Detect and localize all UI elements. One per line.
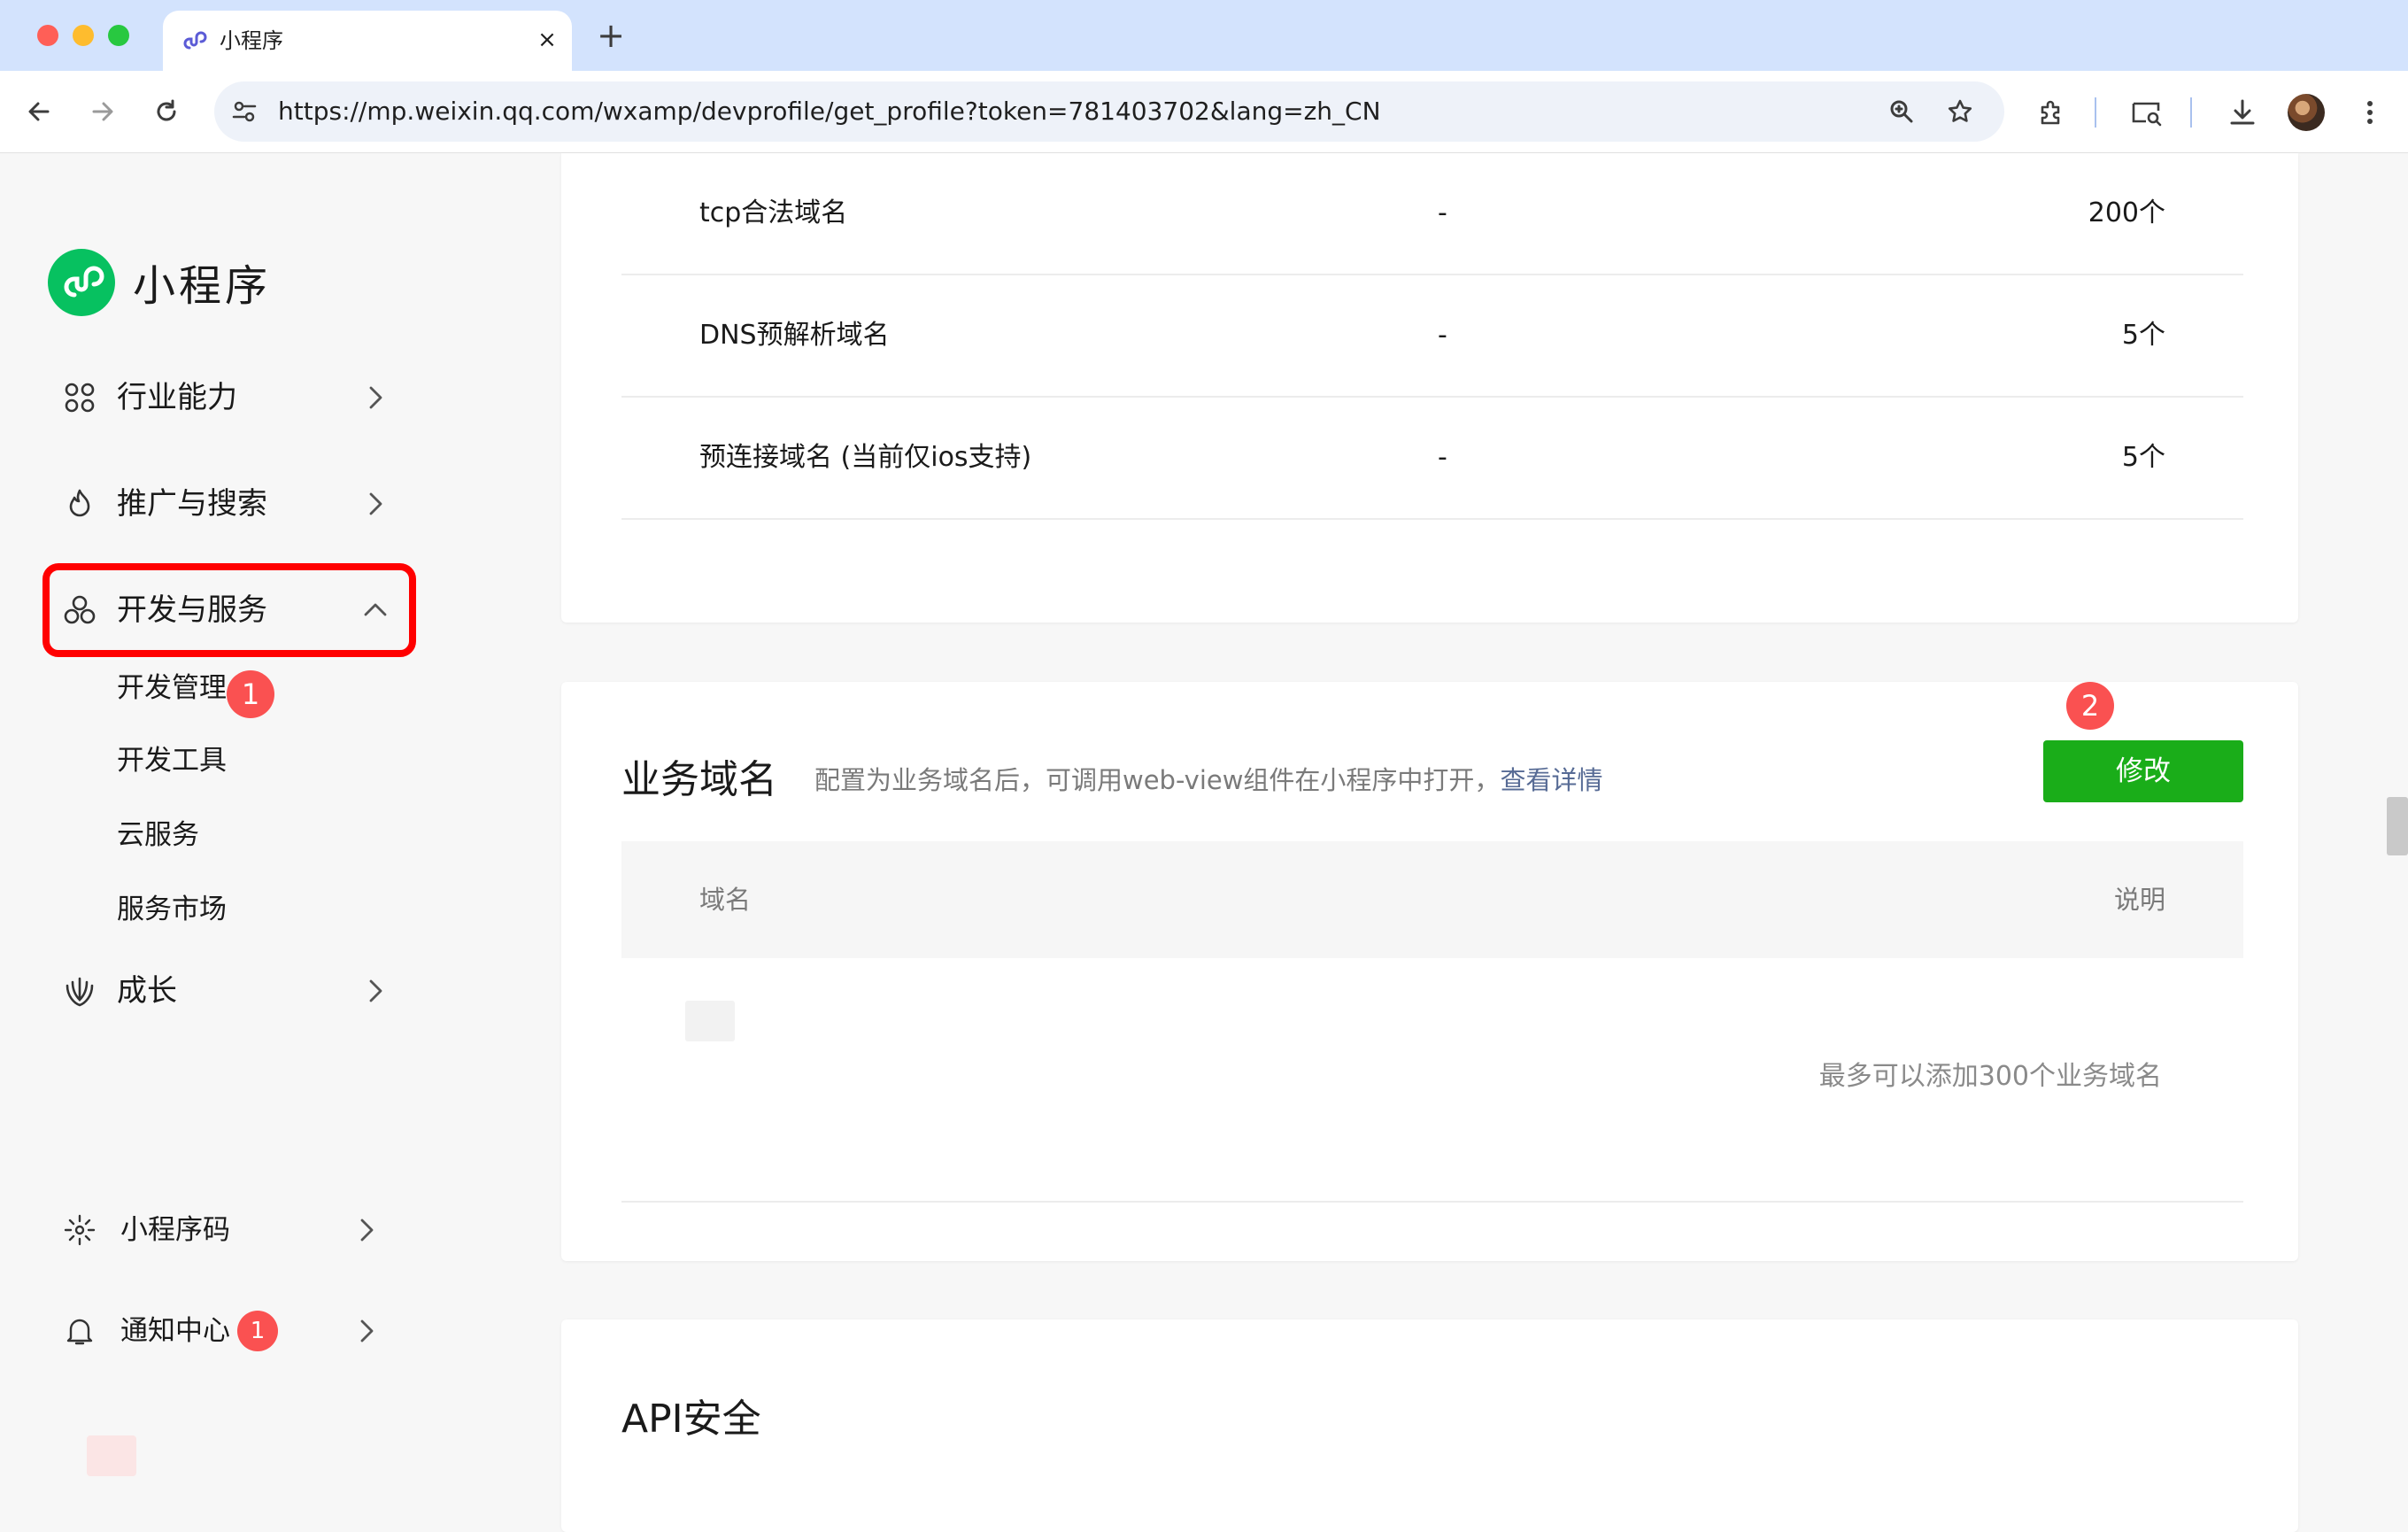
sidebar-item-qrcode[interactable]: 小程序码 [35, 1195, 390, 1265]
extensions-icon[interactable] [2031, 92, 2072, 133]
close-window-button[interactable] [37, 25, 58, 46]
tab-close-icon[interactable]: × [533, 11, 561, 71]
domain-value: - [1438, 197, 1447, 228]
chevron-right-icon [360, 1319, 374, 1342]
sidebar-item-label: 小程序码 [120, 1214, 230, 1246]
server-domain-card: tcp合法域名 - 200个 DNS预解析域名 - 5个 预连接域名 (当前仅i… [561, 153, 2298, 623]
growth-icon [66, 977, 94, 1007]
domain-limit: 5个 [2121, 442, 2165, 473]
section-title: API安全 [621, 1397, 761, 1442]
sidebar-item-label: 通知中心 [120, 1315, 230, 1347]
description-text: 配置为业务域名后，可调用web-view组件在小程序中打开， [814, 765, 1501, 795]
bookmark-star-icon[interactable] [1942, 94, 1978, 129]
section-description: 配置为业务域名后，可调用web-view组件在小程序中打开，查看详情 [814, 760, 1602, 797]
sidebar-item-label: 行业能力 [117, 380, 237, 415]
api-security-card: API安全 [561, 1319, 2298, 1532]
reload-button[interactable] [143, 89, 189, 135]
table-row: tcp合法域名 - 200个 [621, 153, 2243, 275]
tab-search-icon[interactable] [2126, 92, 2167, 133]
qrcode-icon [64, 1214, 96, 1246]
empty-placeholder [685, 1001, 735, 1041]
address-bar[interactable]: https://mp.weixin.qq.com/wxamp/devprofil… [214, 81, 2004, 142]
chevron-right-icon [369, 979, 382, 1002]
sidebar-item-label: 成长 [117, 973, 177, 1009]
edit-button[interactable]: 修改 [2043, 740, 2243, 802]
tab-title: 小程序 [220, 28, 283, 53]
zoom-icon[interactable] [1884, 94, 1919, 129]
domain-type-label: 预连接域名 (当前仅ios支持) [699, 442, 1032, 473]
back-button[interactable] [16, 89, 62, 135]
browser-tab-bar: 小程序 × + [0, 0, 2408, 71]
table-row: DNS预解析域名 - 5个 [621, 275, 2243, 398]
arrow-left-icon [28, 102, 50, 121]
sidebar-subitem-cloud-service[interactable]: 云服务 [117, 809, 199, 862]
forward-button[interactable] [80, 89, 126, 135]
chevron-right-icon [369, 492, 382, 515]
miniprogram-logo-icon [48, 249, 115, 316]
browser-toolbar: https://mp.weixin.qq.com/wxamp/devprofil… [0, 71, 2408, 153]
new-tab-button[interactable]: + [593, 16, 629, 55]
download-icon[interactable] [2222, 92, 2263, 133]
annotation-step-badge: 1 [227, 670, 274, 718]
profile-avatar[interactable] [2288, 94, 2325, 131]
domain-value: - [1438, 442, 1447, 473]
miniprogram-favicon-icon [183, 31, 207, 50]
annotation-step-badge: 2 [2066, 682, 2114, 730]
column-header-domain: 域名 [699, 885, 752, 915]
sidebar-item-industry[interactable]: 行业能力 [35, 362, 390, 433]
browser-tab-active[interactable]: 小程序 × [163, 11, 572, 71]
domain-type-label: tcp合法域名 [699, 197, 848, 228]
sidebar-subitem-dev-management[interactable]: 开发管理 [117, 662, 227, 715]
domain-limit: 5个 [2121, 320, 2165, 351]
notification-count-badge: 1 [237, 1311, 278, 1351]
table-divider [621, 1201, 2243, 1203]
site-settings-icon[interactable] [228, 96, 260, 128]
column-header-description: 说明 [2113, 885, 2165, 915]
sidebar-logo-text: 小程序 [133, 261, 272, 311]
url-text[interactable]: https://mp.weixin.qq.com/wxamp/devprofil… [278, 81, 1381, 142]
annotation-highlight-box [42, 563, 416, 657]
more-menu-icon[interactable] [2350, 92, 2390, 133]
sidebar-item-label: 推广与搜索 [117, 486, 267, 522]
toolbar-separator [2095, 97, 2096, 128]
section-title: 业务域名 [621, 757, 777, 802]
domain-value: - [1438, 320, 1447, 351]
sidebar-subitem-dev-tools[interactable]: 开发工具 [117, 734, 227, 787]
table-row: 预连接域名 (当前仅ios支持) - 5个 [621, 398, 2243, 520]
arrow-right-icon [92, 102, 113, 121]
sidebar-item-notifications[interactable]: 通知中心 1 [35, 1296, 390, 1366]
toolbar-separator [2190, 97, 2192, 128]
promotion-icon [69, 489, 90, 517]
domain-limit: 200个 [2088, 197, 2165, 228]
sidebar-subitem-service-market[interactable]: 服务市场 [117, 883, 227, 936]
domain-limit-note: 最多可以添加300个业务域名 [1818, 1061, 2162, 1092]
industry-icon [65, 383, 95, 413]
reload-icon [157, 99, 176, 121]
bell-icon [66, 1319, 93, 1345]
business-domain-card: 业务域名 配置为业务域名后，可调用web-view组件在小程序中打开，查看详情 … [561, 682, 2298, 1261]
table-header: 域名 说明 [621, 841, 2243, 958]
page-scrollbar[interactable] [2387, 797, 2408, 855]
view-details-link[interactable]: 查看详情 [1500, 765, 1602, 795]
placeholder-block [87, 1435, 136, 1476]
sidebar: 小程序 行业能力 推广与搜索 开发与服务 开发管理 1 开发工具 云服务 服务市… [0, 153, 496, 1498]
minimize-window-button[interactable] [73, 25, 94, 46]
chevron-right-icon [360, 1219, 374, 1242]
domain-type-label: DNS预解析域名 [699, 320, 890, 351]
chevron-right-icon [369, 386, 382, 409]
sidebar-item-growth[interactable]: 成长 [35, 956, 390, 1026]
maximize-window-button[interactable] [108, 25, 129, 46]
sidebar-item-promotion[interactable]: 推广与搜索 [35, 468, 390, 539]
